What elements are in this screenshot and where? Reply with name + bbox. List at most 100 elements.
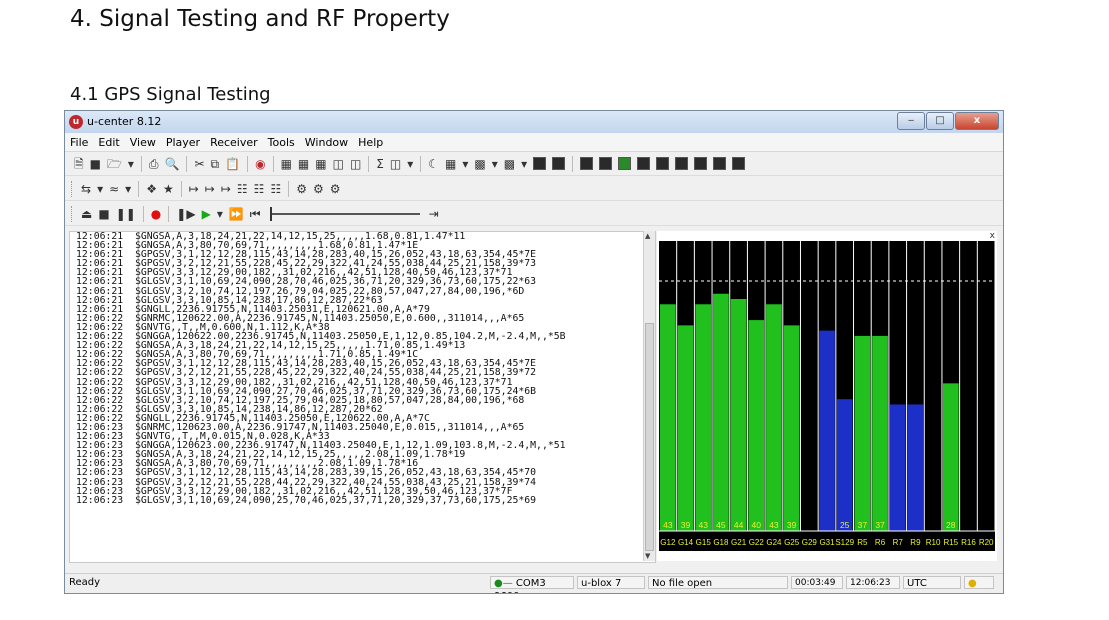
stop-icon[interactable]: ■: [98, 206, 109, 222]
save-icon[interactable]: ■: [90, 156, 101, 172]
toolbar-separator: [368, 155, 370, 172]
packet-icon[interactable]: ☷: [254, 181, 265, 197]
title-bar[interactable]: u u-center 8.12 ‒ □ x: [65, 111, 1003, 133]
gear-icon[interactable]: ⚙: [313, 181, 324, 197]
menu-tools[interactable]: Tools: [263, 136, 300, 149]
satellite-icon[interactable]: ☾: [428, 156, 439, 172]
packet-icon[interactable]: ☷: [237, 181, 248, 197]
panel-close-icon[interactable]: x: [990, 231, 995, 241]
chart-icon[interactable]: ▦: [315, 156, 326, 172]
sum-icon[interactable]: Σ: [376, 156, 384, 172]
step-icon[interactable]: ❚▶: [176, 206, 195, 222]
dropdown-arrow-icon[interactable]: ▾: [125, 181, 131, 197]
window-icon[interactable]: ◫: [390, 156, 401, 172]
timezone: UTC: [903, 576, 961, 589]
record-icon[interactable]: ◉: [255, 156, 265, 172]
dropdown-arrow-icon[interactable]: ▾: [128, 156, 134, 172]
console-scrollbar[interactable]: ▲ ▼: [643, 231, 655, 561]
u-center-logo-icon: u: [69, 115, 83, 129]
packet-console[interactable]: 12:06:21 $GNGSA,A,3,18,24,21,22,14,12,15…: [69, 231, 656, 563]
pause-icon[interactable]: ❚❚: [116, 206, 136, 222]
playback-slider[interactable]: [269, 206, 420, 221]
signal-value-label: 37: [875, 520, 885, 530]
print-preview-icon[interactable]: 🔍: [165, 156, 180, 172]
play-icon[interactable]: ▶: [202, 206, 211, 222]
signal-bar: [819, 330, 835, 531]
menu-file[interactable]: File: [65, 136, 93, 149]
baudrate-icon[interactable]: ≈: [109, 181, 119, 197]
playback-slider-thumb[interactable]: [269, 206, 272, 221]
view-toggle-icon[interactable]: [656, 157, 670, 170]
view-icon[interactable]: ▩: [504, 156, 515, 172]
view-toggle-icon[interactable]: [732, 157, 746, 170]
connect-icon[interactable]: ★: [163, 181, 174, 197]
window-icon[interactable]: ◫: [333, 156, 344, 172]
autobaud-icon[interactable]: ❖: [146, 181, 157, 197]
text-console-icon[interactable]: ↦: [221, 181, 231, 197]
new-file-icon[interactable]: 🗎: [74, 156, 84, 172]
map-icon[interactable]: ▦: [445, 156, 456, 172]
fast-forward-icon[interactable]: ⏩: [229, 206, 244, 222]
dropdown-arrow-icon[interactable]: ▾: [521, 156, 527, 172]
view-toggle-icon[interactable]: [599, 157, 613, 170]
cut-icon[interactable]: ✂: [194, 156, 204, 172]
menu-receiver[interactable]: Receiver: [205, 136, 263, 149]
connection-plug-icon: ●—: [494, 578, 516, 589]
print-icon[interactable]: ⎙: [149, 156, 159, 172]
gear-icon[interactable]: ⚙: [330, 181, 341, 197]
eject-icon[interactable]: ⏏: [81, 206, 92, 222]
menu-player[interactable]: Player: [161, 136, 205, 149]
dropdown-arrow-icon[interactable]: ▾: [462, 156, 468, 172]
packet-icon[interactable]: ☷: [270, 181, 281, 197]
skip-to-end-icon[interactable]: ⇥: [429, 206, 439, 222]
text-console-icon[interactable]: ↦: [189, 181, 199, 197]
close-button[interactable]: x: [955, 112, 999, 130]
minimize-button[interactable]: ‒: [897, 112, 925, 130]
text-console-icon[interactable]: ↦: [205, 181, 215, 197]
signal-bar: [889, 404, 906, 531]
view-toggle-icon[interactable]: [580, 157, 594, 170]
menu-edit[interactable]: Edit: [93, 136, 124, 149]
scroll-up-icon[interactable]: ▲: [645, 232, 650, 240]
satellite-id-label: G22: [749, 538, 765, 547]
console-scrollbar-thumb[interactable]: [645, 323, 654, 551]
view-toggle-icon[interactable]: [713, 157, 727, 170]
connection-icon[interactable]: ⇆: [81, 181, 91, 197]
maximize-button[interactable]: □: [926, 112, 954, 130]
paste-icon[interactable]: 📋: [225, 156, 240, 172]
record-icon[interactable]: ●: [151, 206, 161, 222]
satellite-id-label: R9: [910, 538, 921, 547]
signal-value-label: 28: [946, 520, 956, 530]
view-toggle-icon[interactable]: [533, 157, 547, 170]
view-toggle-icon[interactable]: [675, 157, 689, 170]
dropdown-arrow-icon[interactable]: ▾: [492, 156, 498, 172]
dropdown-arrow-icon[interactable]: ▾: [407, 156, 413, 172]
menu-window[interactable]: Window: [300, 136, 353, 149]
dropdown-arrow-icon[interactable]: ▾: [97, 181, 103, 197]
copy-icon[interactable]: ⧉: [211, 156, 220, 172]
scroll-down-icon[interactable]: ▼: [645, 552, 650, 560]
view-toggle-icon[interactable]: [694, 157, 708, 170]
signal-bar: [677, 325, 694, 531]
toolbar-grip[interactable]: [71, 205, 74, 222]
satellite-id-label: R7: [893, 538, 904, 547]
chart-icon[interactable]: ▦: [298, 156, 309, 172]
rewind-to-start-icon[interactable]: ⏮: [250, 206, 261, 222]
open-folder-icon[interactable]: 🗁: [107, 156, 122, 172]
port-status[interactable]: ●— COM3 9600: [490, 576, 574, 593]
view-toggle-icon[interactable]: [637, 157, 651, 170]
menu-view[interactable]: View: [125, 136, 161, 149]
satellite-id-label: G14: [678, 538, 694, 547]
dropdown-arrow-icon[interactable]: ▾: [217, 206, 223, 222]
chart-icon[interactable]: ▦: [281, 156, 292, 172]
signal-view-icon[interactable]: [618, 157, 632, 170]
toolbar-grip[interactable]: [71, 180, 74, 197]
view-toggle-icon[interactable]: [552, 157, 566, 170]
menu-help[interactable]: Help: [353, 136, 388, 149]
view-icon[interactable]: ▩: [474, 156, 485, 172]
utc-time: 12:06:23: [846, 576, 900, 589]
satellite-id-label: R20: [979, 538, 994, 547]
gear-icon[interactable]: ⚙: [296, 181, 307, 197]
toolbar-separator: [180, 180, 182, 197]
window-icon[interactable]: ◫: [350, 156, 361, 172]
